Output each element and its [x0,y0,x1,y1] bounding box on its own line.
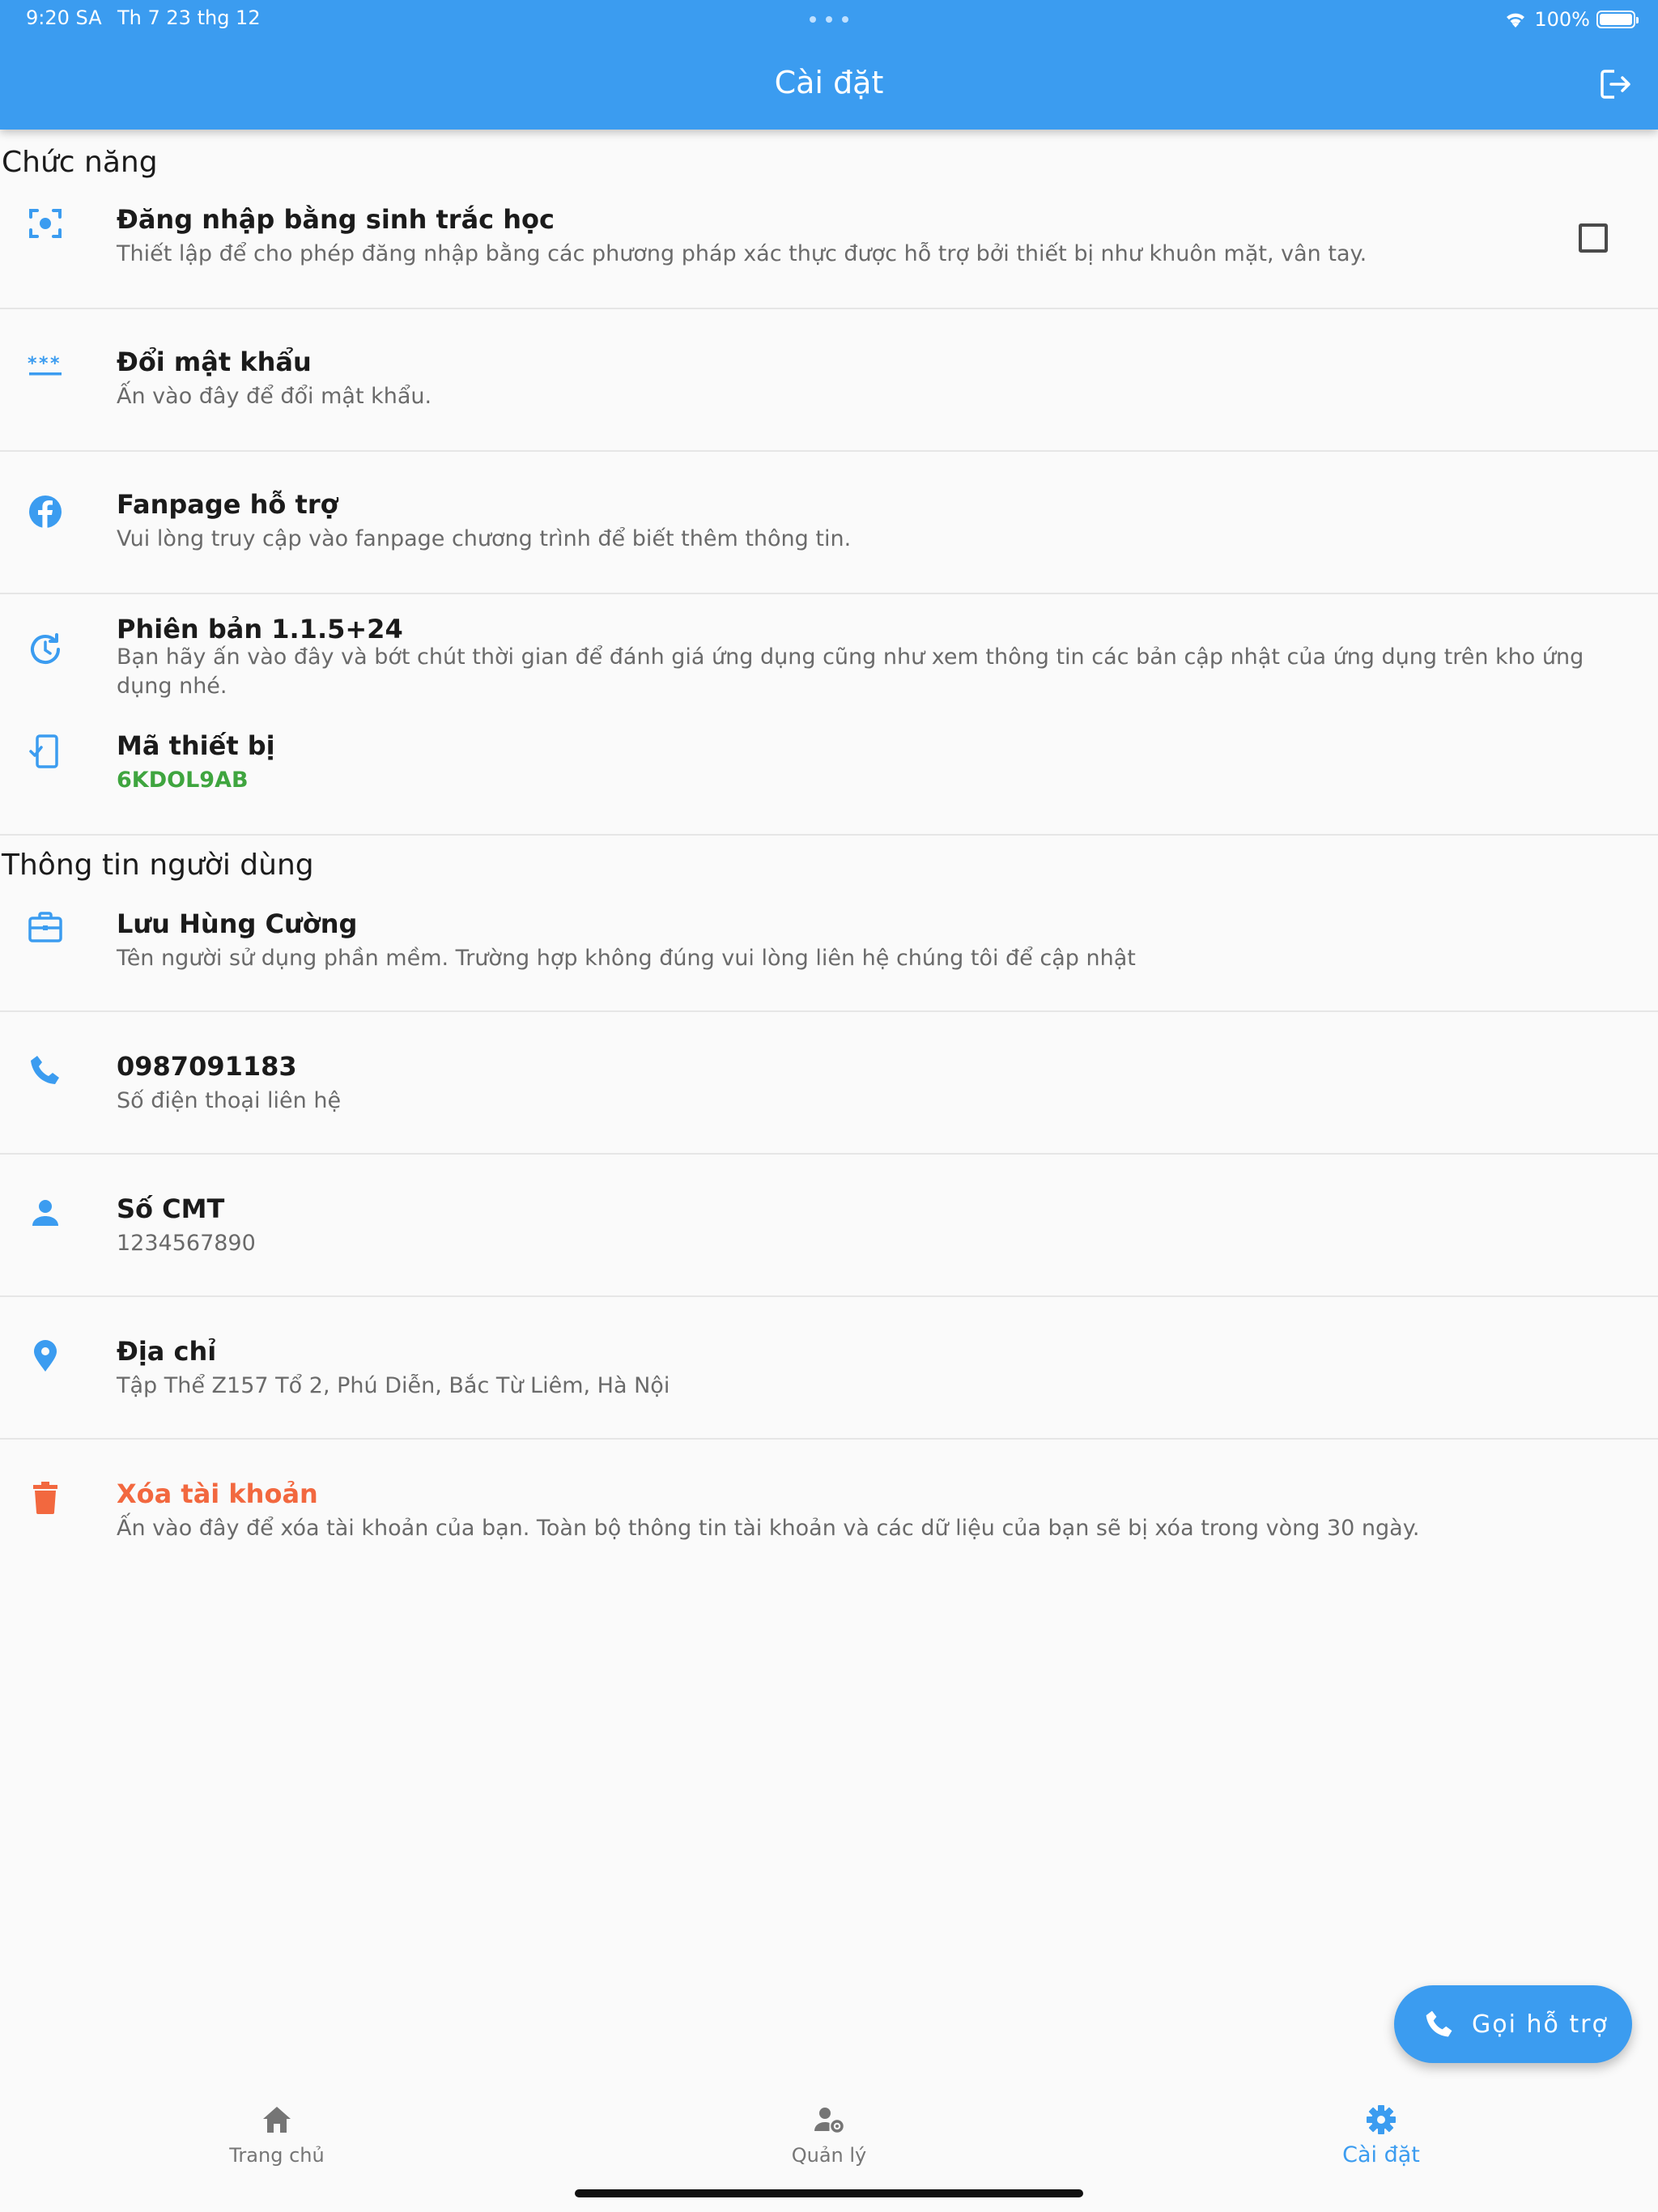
divider [0,450,1658,452]
address-title: Địa chỉ [117,1336,217,1367]
divider [0,1153,1658,1155]
nav-settings-label: Cài đặt [1342,2142,1420,2167]
delete-account-subtitle: Ấn vào đây để xóa tài khoản của bạn. Toà… [117,1516,1420,1541]
user-name-row: Lưu Hùng Cường Tên người sử dụng phần mề… [0,899,1658,1012]
divider [0,308,1658,309]
id-card-row: Số CMT 1234567890 [0,1184,1658,1297]
logout-icon[interactable] [1596,65,1635,104]
svg-text:*: * [28,354,37,374]
face-scan-icon [29,209,62,238]
facebook-icon [29,496,62,528]
divider [0,1438,1658,1440]
biometric-checkbox[interactable] [1579,223,1608,253]
status-date: Th 7 23 thg 12 [117,6,261,29]
battery-percent: 100% [1534,8,1590,31]
address-subtitle: Tập Thể Z157 Tổ 2, Phú Diễn, Bắc Từ Liêm… [117,1373,670,1398]
multitask-dots-icon[interactable] [810,16,848,23]
phone-subtitle: Số điện thoại liên hệ [117,1088,342,1113]
location-pin-icon [34,1340,57,1372]
divider [0,593,1658,594]
delete-account-row[interactable]: Xóa tài khoản Ấn vào đây để xóa tài khoả… [0,1469,1658,1582]
svg-text:*: * [50,354,60,374]
divider [0,834,1658,836]
call-support-button[interactable]: Gọi hỗ trợ [1394,1985,1632,2063]
section-title-user-info: Thông tin người dùng [2,849,314,882]
nav-settings[interactable]: Cài đặt [1260,2084,1503,2181]
divider [0,1010,1658,1012]
device-code: 6KDOL9AB [117,768,249,793]
device-title: Mã thiết bị [117,730,275,761]
app-header: 9:20 SA Th 7 23 thg 12 100% Cài đặt [0,0,1658,130]
device-code-row: Mã thiết bị 6KDOL9AB [0,725,1658,806]
person-icon [32,1200,58,1226]
change-password-title: Đổi mật khẩu [117,347,312,377]
password-icon: * * * [28,354,62,376]
update-icon [31,633,60,664]
phone-icon [31,1056,59,1084]
divider [0,1295,1658,1297]
nav-home[interactable]: Trang chủ [155,2084,398,2181]
version-subtitle: Bạn hãy ấn vào đây và bớt chút thời gian… [117,644,1584,699]
biometric-title: Đăng nhập bằng sinh trắc học [117,204,555,235]
phone-row: 0987091183 Số điện thoại liên hệ [0,1041,1658,1155]
nav-manage-label: Quản lý [791,2144,867,2167]
trash-icon [33,1482,57,1514]
status-right: 100% [1503,6,1639,32]
change-password-row[interactable]: * * * Đổi mật khẩu Ấn vào đây để đổi mật k… [0,340,1658,453]
section-title-features: Chức năng [2,146,158,179]
user-name-subtitle: Tên người sử dụng phần mềm. Trường hợp k… [117,946,1136,971]
biometric-subtitle: Thiết lập để cho phép đăng nhập bằng các… [117,241,1367,266]
id-card-value: 1234567890 [117,1231,256,1256]
biometric-login-row[interactable]: Đăng nhập bằng sinh trắc học Thiết lập đ… [0,194,1658,308]
fanpage-title: Fanpage hỗ trợ [117,489,338,520]
version-title: Phiên bản 1.1.5+24 [117,614,403,644]
svg-text:*: * [39,354,49,374]
user-name-title: Lưu Hùng Cường [117,908,358,939]
phone-icon [1426,2010,1452,2037]
fanpage-subtitle: Vui lòng truy cập vào fanpage chương trì… [117,526,852,551]
change-password-subtitle: Ấn vào đây để đổi mật khẩu. [117,384,432,409]
phone-title: 0987091183 [117,1051,297,1082]
wifi-icon [1507,13,1525,28]
battery-icon [1596,11,1639,28]
version-row[interactable]: Phiên bản 1.1.5+24 Bạn hãy ấn vào đây và… [0,607,1658,721]
home-indicator[interactable] [575,2189,1083,2197]
gear-icon [1367,2105,1396,2134]
address-row: Địa chỉ Tập Thể Z157 Tổ 2, Phú Diễn, Bắc… [0,1326,1658,1440]
nav-home-label: Trang chủ [229,2144,325,2167]
fanpage-row[interactable]: Fanpage hỗ trợ Vui lòng truy cập vào fan… [0,483,1658,596]
call-support-label: Gọi hỗ trợ [1472,2010,1609,2039]
delete-account-title: Xóa tài khoản [117,1478,318,1509]
device-icon [29,734,58,768]
page-title: Cài đặt [774,65,884,100]
nav-manage[interactable]: Quản lý [708,2084,950,2181]
manage-user-icon [814,2108,844,2133]
settings-screen: 9:20 SA Th 7 23 thg 12 100% Cài đặt Chức… [0,0,1658,2212]
status-time: 9:20 SA [26,6,102,29]
id-card-title: Số CMT [117,1193,225,1224]
briefcase-icon [28,912,62,942]
home-icon [263,2107,291,2133]
